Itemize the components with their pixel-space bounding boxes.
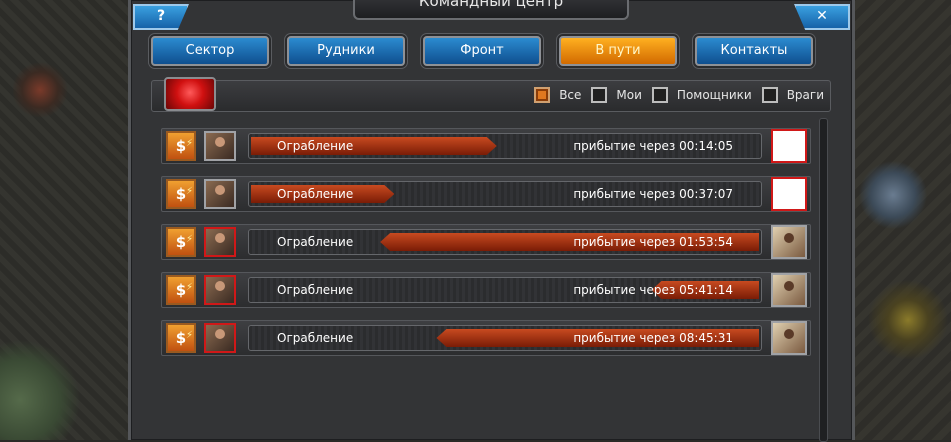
money-lightning-icon: $ ⚡ xyxy=(166,323,196,353)
mission-name: Ограбление xyxy=(277,139,354,153)
progress-track: Ограбление прибытие через 00:14:05 xyxy=(248,133,762,159)
list-scrollbar[interactable] xyxy=(819,118,828,442)
money-lightning-icon: $ ⚡ xyxy=(166,227,196,257)
game-background-left xyxy=(0,0,130,440)
filter-helpers-label: Помощники xyxy=(676,88,752,102)
filter-all-checkbox[interactable] xyxy=(534,87,551,103)
tab-sector[interactable]: Сектор xyxy=(151,36,269,66)
tab-contacts[interactable]: Контакты xyxy=(695,36,813,66)
mission-row[interactable]: $ ⚡ Ограбление прибытие через 01:53:54 xyxy=(161,224,811,260)
progress-track: Ограбление прибытие через 05:41:14 xyxy=(248,277,762,303)
tab-mines[interactable]: Рудники xyxy=(287,36,405,66)
arrival-time: прибытие через 01:53:54 xyxy=(573,235,733,249)
arrival-time: прибытие через 08:45:31 xyxy=(573,331,733,345)
target-avatar[interactable] xyxy=(771,225,807,259)
arrival-time: прибытие через 00:14:05 xyxy=(573,139,733,153)
filter-mine-checkbox[interactable] xyxy=(591,87,608,103)
tab-in-transit[interactable]: В пути xyxy=(559,36,677,66)
tab-bar: Сектор Рудники Фронт В пути Контакты xyxy=(151,36,813,66)
progress-track: Ограбление прибытие через 00:37:07 xyxy=(248,181,762,207)
sender-avatar[interactable] xyxy=(204,323,236,353)
progress-track: Ограбление прибытие через 01:53:54 xyxy=(248,229,762,255)
tab-front[interactable]: Фронт xyxy=(423,36,541,66)
filter-group: Все Мои Помощники Враги xyxy=(534,87,824,103)
filter-all-label: Все xyxy=(559,88,582,102)
target-avatar[interactable] xyxy=(771,273,807,307)
mission-name: Ограбление xyxy=(277,187,354,201)
sender-avatar[interactable] xyxy=(204,179,236,209)
filter-enemies-checkbox[interactable] xyxy=(761,87,778,103)
mission-row[interactable]: $ ⚡ Ограбление прибытие через 00:37:07 xyxy=(161,176,811,212)
sender-avatar[interactable] xyxy=(204,227,236,257)
target-slot-empty[interactable] xyxy=(771,177,807,211)
mission-name: Ограбление xyxy=(277,283,354,297)
help-button[interactable]: ? xyxy=(133,4,189,30)
sender-avatar[interactable] xyxy=(204,131,236,161)
money-lightning-icon: $ ⚡ xyxy=(166,131,196,161)
arrival-time: прибытие через 00:37:07 xyxy=(573,187,733,201)
filter-enemies[interactable]: Враги xyxy=(761,87,824,103)
filter-helpers-checkbox[interactable] xyxy=(651,87,668,103)
mission-row[interactable]: $ ⚡ Ограбление прибытие через 00:14:05 xyxy=(161,128,811,164)
arrival-time: прибытие через 05:41:14 xyxy=(573,283,733,297)
mission-name: Ограбление xyxy=(277,331,354,345)
command-center-window: ? Командный центр ✕ Сектор Рудники Фронт… xyxy=(128,0,855,442)
mission-row[interactable]: $ ⚡ Ограбление прибытие через 05:41:14 xyxy=(161,272,811,308)
close-button[interactable]: ✕ xyxy=(794,4,850,30)
filter-helpers[interactable]: Помощники xyxy=(651,87,752,103)
filter-mine-label: Мои xyxy=(616,88,642,102)
game-background-right xyxy=(848,0,951,440)
filter-bar: Все Мои Помощники Враги xyxy=(151,77,831,112)
money-lightning-icon: $ ⚡ xyxy=(166,275,196,305)
sender-avatar[interactable] xyxy=(204,275,236,305)
filter-all[interactable]: Все xyxy=(534,87,581,103)
mission-name: Ограбление xyxy=(277,235,354,249)
money-lightning-icon: $ ⚡ xyxy=(166,179,196,209)
filter-enemies-label: Враги xyxy=(786,88,824,102)
alert-button[interactable] xyxy=(164,77,216,111)
mission-row[interactable]: $ ⚡ Ограбление прибытие через 08:45:31 xyxy=(161,320,811,356)
filter-mine[interactable]: Мои xyxy=(591,87,642,103)
target-slot-empty[interactable] xyxy=(771,129,807,163)
progress-track: Ограбление прибытие через 08:45:31 xyxy=(248,325,762,351)
target-avatar[interactable] xyxy=(771,321,807,355)
window-title: Командный центр xyxy=(353,0,629,20)
